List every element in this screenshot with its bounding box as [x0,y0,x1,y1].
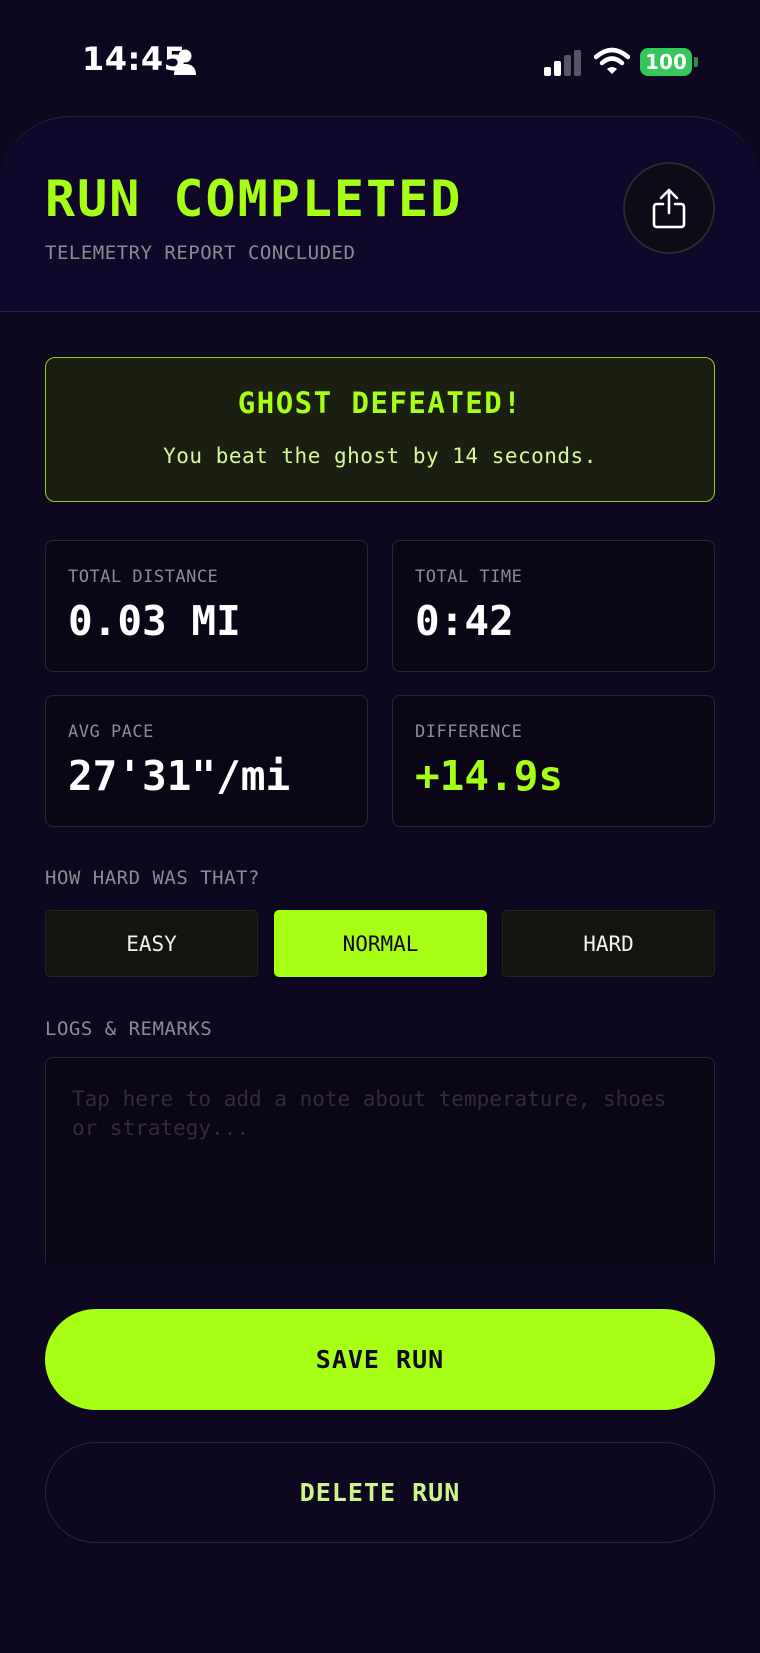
stat-value: 0.03 MI [68,597,241,645]
share-button[interactable] [623,162,715,254]
status-time: 14:45 [82,40,187,78]
difficulty-normal-button[interactable]: NORMAL [274,910,487,977]
notes-label: LOGS & REMARKS [45,1018,213,1040]
delete-run-button[interactable]: DELETE RUN [45,1442,715,1543]
notes-field-container [45,1057,715,1263]
cellular-signal-icon [544,50,581,76]
run-summary-screen: 14:45 100 RUN COMPLETED TELEMETRY REPORT… [0,0,760,1653]
difficulty-label: HOW HARD WAS THAT? [45,867,260,889]
status-bar: 14:45 100 [0,0,760,118]
stat-value: 27'31"/mi [68,752,291,800]
share-icon [652,188,686,229]
stat-label: AVG PACE [68,722,154,742]
page-title: RUN COMPLETED [45,170,463,228]
battery-cap [694,57,698,67]
wifi-icon [594,47,630,74]
ghost-result-banner: GHOST DEFEATED! You beat the ghost by 14… [45,357,715,502]
save-run-button[interactable]: SAVE RUN [45,1309,715,1410]
stat-card-difference: DIFFERENCE +14.9s [392,695,715,827]
stat-value: 0:42 [415,597,514,645]
stat-label: DIFFERENCE [415,722,523,742]
stat-label: TOTAL DISTANCE [68,567,219,587]
notes-input[interactable] [46,1058,714,1263]
banner-title: GHOST DEFEATED! [237,386,523,420]
difficulty-hard-button[interactable]: HARD [502,910,715,977]
stat-card-pace: AVG PACE 27'31"/mi [45,695,368,827]
battery-icon: 100 [640,48,692,76]
banner-message: You beat the ghost by 14 seconds. [163,444,597,468]
stat-label: TOTAL TIME [415,567,523,587]
difficulty-easy-button[interactable]: EASY [45,910,258,977]
stat-card-time: TOTAL TIME 0:42 [392,540,715,672]
stat-value: +14.9s [415,752,564,800]
person-icon [174,49,196,75]
stat-card-distance: TOTAL DISTANCE 0.03 MI [45,540,368,672]
page-subtitle: TELEMETRY REPORT CONCLUDED [45,242,356,264]
